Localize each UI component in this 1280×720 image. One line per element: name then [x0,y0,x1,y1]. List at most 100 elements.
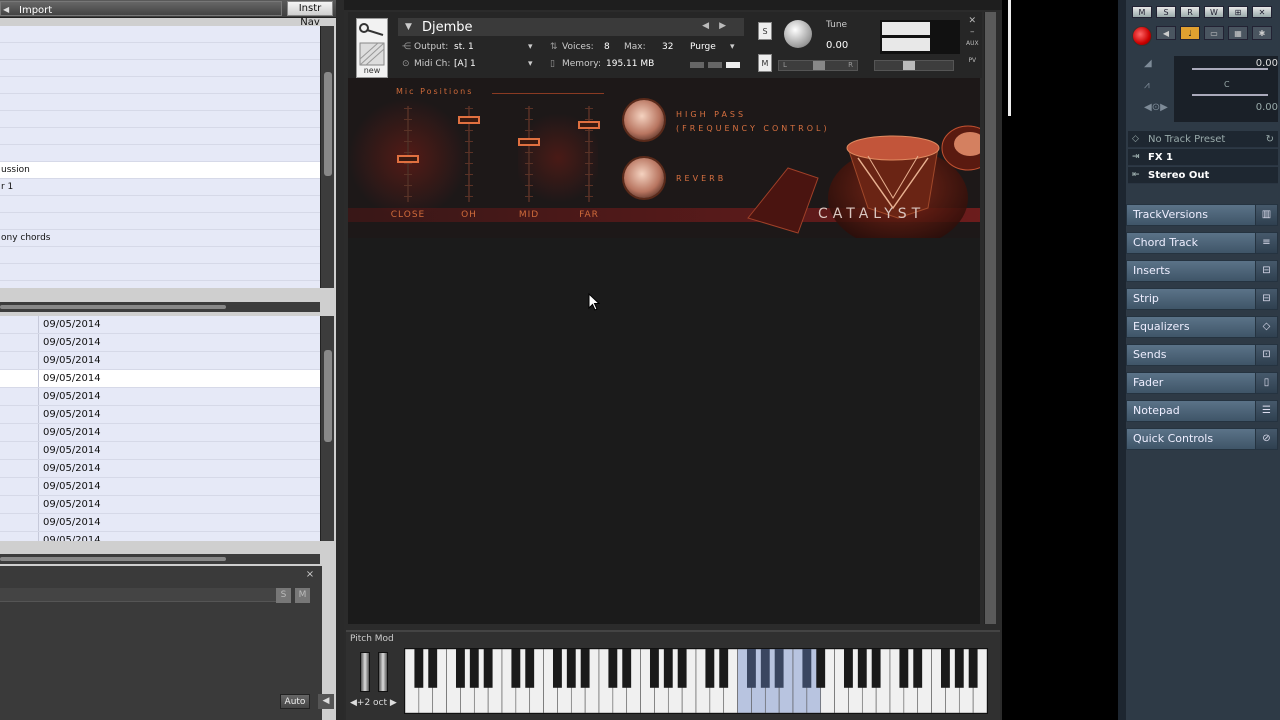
black-key[interactable] [414,649,424,688]
list-item[interactable]: ussion [0,162,320,179]
section-notepad[interactable]: Notepad ☰ [1126,400,1278,422]
versions-icon[interactable]: ▥ [1255,205,1277,225]
list-item[interactable] [0,60,320,77]
fader-icon[interactable]: ▯ [1255,373,1277,393]
output-dropdown-icon[interactable]: ▾ [528,42,533,52]
tune-value[interactable]: 0.00 [826,40,848,51]
mic-fader-close[interactable] [397,154,419,163]
instrument-edit-button[interactable]: new [356,18,388,78]
list-item[interactable] [0,43,320,60]
inspector-edge[interactable] [1118,0,1126,720]
read-button[interactable]: R [1180,6,1200,18]
date-list-scrollbar[interactable] [320,316,334,541]
delay-value[interactable]: 0.00 [1256,102,1278,113]
date-row[interactable]: 09/05/2014 [0,370,320,388]
piano-keyboard[interactable] [404,648,988,714]
black-key[interactable] [968,649,978,688]
section-equalizers[interactable]: Equalizers ◇ [1126,316,1278,338]
black-key[interactable] [483,649,493,688]
midi-dropdown-icon[interactable]: ▾ [528,59,533,69]
tune-knob[interactable] [784,20,812,48]
date-row[interactable]: 09/05/2014 [0,388,320,406]
folder-icon[interactable]: ▭ [1204,26,1224,40]
pv-button[interactable]: PV [966,55,979,66]
black-key[interactable] [677,649,687,688]
pan-slider[interactable] [1192,94,1268,96]
black-key[interactable] [469,649,479,688]
octave-selector[interactable]: ◀+2 oct ▶ [350,698,397,708]
pan-slider[interactable]: L R [778,60,858,71]
edit-button[interactable]: ⊞ [1228,6,1248,18]
keyboard-icon[interactable]: ▦ [1228,26,1248,40]
black-key[interactable] [940,649,950,688]
date-row[interactable]: 09/05/2014 [0,406,320,424]
date-row[interactable]: 09/05/2014 [0,316,320,334]
list-item[interactable] [0,77,320,94]
mod-wheel[interactable] [378,652,388,692]
instrument-name-field[interactable]: ▼ Djembe ◀▶ [398,18,744,36]
pan-handle[interactable] [813,61,825,70]
quick-controls-icon[interactable]: ⊘ [1255,429,1277,449]
auto-play-button[interactable]: Auto [280,694,310,709]
close-icon[interactable]: × [304,569,316,581]
octave-left-icon[interactable]: ◀ [350,698,357,708]
list-item[interactable] [0,264,320,281]
date-row[interactable]: 09/05/2014 [0,532,320,541]
monitor-icon[interactable]: ◀ [1156,26,1176,40]
browser-list-scrollbar[interactable] [320,26,334,288]
mute-button[interactable]: M [295,588,310,603]
record-enable-button[interactable] [1132,26,1152,46]
black-key[interactable] [871,649,881,688]
pan-value[interactable]: C [1224,80,1230,89]
list-item[interactable] [0,94,320,111]
eq-icon[interactable]: ◇ [1255,317,1277,337]
volume-handle[interactable] [903,61,915,70]
date-row[interactable]: 09/05/2014 [0,460,320,478]
purge-dropdown-icon[interactable]: ▾ [730,42,735,52]
browser-list-hscrollbar[interactable] [0,302,320,312]
notepad-icon[interactable]: ☰ [1255,401,1277,421]
black-key[interactable] [580,649,590,688]
refresh-icon[interactable]: ↻ [1266,131,1274,148]
list-item[interactable] [0,213,320,230]
mic-fader-oh[interactable] [458,116,480,125]
date-row[interactable]: 09/05/2014 [0,424,320,442]
date-row[interactable]: 09/05/2014 [0,478,320,496]
speaker-icon[interactable]: ◀ [318,694,334,709]
black-key[interactable] [511,649,521,688]
date-list-hscrollbar[interactable] [0,554,320,564]
black-key[interactable] [913,649,923,688]
mute-button[interactable]: M [758,54,772,72]
list-item[interactable] [0,128,320,145]
strip-icon[interactable]: ⊟ [1255,289,1277,309]
date-row[interactable]: 09/05/2014 [0,334,320,352]
write-button[interactable]: W [1204,6,1224,18]
panel-divider[interactable] [336,0,344,720]
minimize-icon[interactable]: – [966,27,979,38]
prev-next-icon[interactable]: ◀▶ [702,21,736,31]
black-key[interactable] [843,649,853,688]
list-item[interactable]: ony chords [0,230,320,247]
black-key[interactable] [899,649,909,688]
import-selector[interactable]: ◀ Import [0,1,282,16]
scroll-thumb[interactable] [0,557,226,561]
close-button[interactable]: ✕ [1252,6,1272,18]
output-value[interactable]: st. 1 [454,42,474,52]
read-automation-icon[interactable]: ♩ [1180,26,1200,40]
midi-value[interactable]: [A] 1 [454,59,476,69]
list-item[interactable] [0,111,320,128]
section-trackversions[interactable]: TrackVersions ▥ [1126,204,1278,226]
pitch-wheel[interactable] [360,652,370,692]
black-key[interactable] [705,649,715,688]
mic-fader-far[interactable] [578,121,600,130]
pan-row[interactable]: ⩘ C [1132,80,1278,100]
max-value[interactable]: 32 [662,42,673,52]
black-key[interactable] [608,649,618,688]
solo-button[interactable]: S [758,22,772,40]
solo-button[interactable]: S [1156,6,1176,18]
preview-track-field[interactable] [0,588,276,602]
section-chord-track[interactable]: Chord Track ≡ [1126,232,1278,254]
date-row[interactable]: 09/05/2014 [0,352,320,370]
high-pass-knob[interactable] [624,100,664,140]
mic-fader-mid[interactable] [518,137,540,146]
